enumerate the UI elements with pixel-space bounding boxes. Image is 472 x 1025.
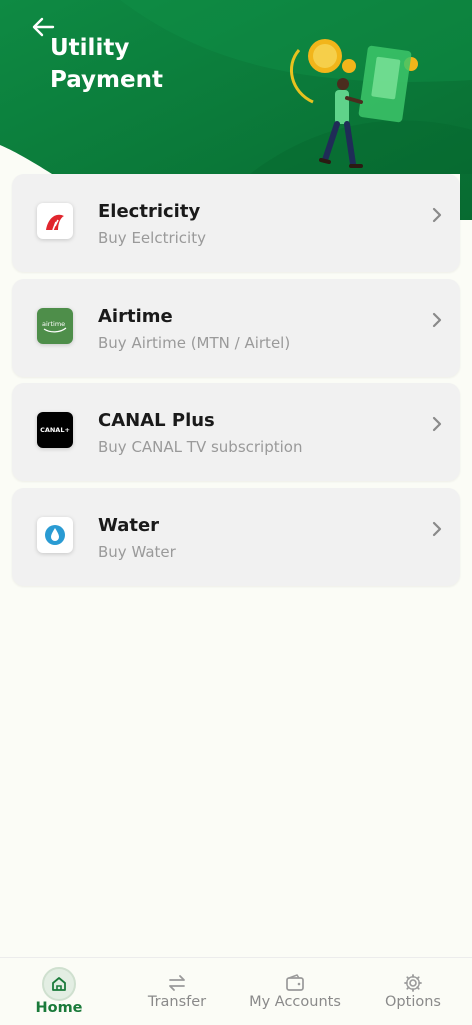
chevron-right-icon <box>432 207 442 223</box>
service-name: Airtime <box>98 305 173 327</box>
electricity-logo-icon <box>37 203 73 239</box>
water-logo-icon <box>37 516 73 553</box>
canal-plus-logo-icon: CANAL+ <box>37 412 73 448</box>
chevron-right-icon <box>432 416 442 432</box>
nav-label: Options <box>385 994 441 1010</box>
service-description: Buy CANAL TV subscription <box>98 438 303 456</box>
airtime-logo-icon: airtime <box>37 307 73 344</box>
home-icon <box>42 967 76 1001</box>
service-description: Buy Airtime (MTN / Airtel) <box>98 333 291 352</box>
bottom-navigation: Home Transfer My Accounts Options <box>0 957 472 1025</box>
service-card-airtime[interactable]: airtime Airtime Buy Airtime (MTN / Airte… <box>12 278 460 377</box>
service-list: Electricity Buy Eelctricity airtime Airt… <box>12 174 460 592</box>
nav-my-accounts[interactable]: My Accounts <box>236 958 354 1025</box>
nav-home[interactable]: Home <box>0 958 118 1025</box>
canal-plus-logo-text: CANAL+ <box>40 426 70 434</box>
nav-label: Transfer <box>147 994 207 1010</box>
service-name: CANAL Plus <box>98 410 215 431</box>
service-name: Water <box>98 514 160 536</box>
nav-label: Home <box>35 1000 83 1016</box>
nav-options[interactable]: Options <box>354 958 472 1025</box>
svg-text:airtime: airtime <box>42 320 65 328</box>
service-description: Buy Eelctricity <box>98 229 206 247</box>
service-name: Electricity <box>98 201 201 222</box>
page-title: Utility Payment <box>50 35 163 93</box>
nav-transfer[interactable]: Transfer <box>118 958 236 1025</box>
service-card-water[interactable]: Water Buy Water <box>12 487 460 586</box>
nav-label: My Accounts <box>249 994 341 1010</box>
person-with-phone-and-coins-illustration <box>290 39 418 168</box>
chevron-right-icon <box>432 521 442 536</box>
chevron-right-icon <box>432 312 442 327</box>
service-card-canal-plus[interactable]: CANAL+ CANAL Plus Buy CANAL TV subscript… <box>12 383 460 481</box>
service-description: Buy Water <box>98 542 176 561</box>
service-card-electricity[interactable]: Electricity Buy Eelctricity <box>12 174 460 272</box>
